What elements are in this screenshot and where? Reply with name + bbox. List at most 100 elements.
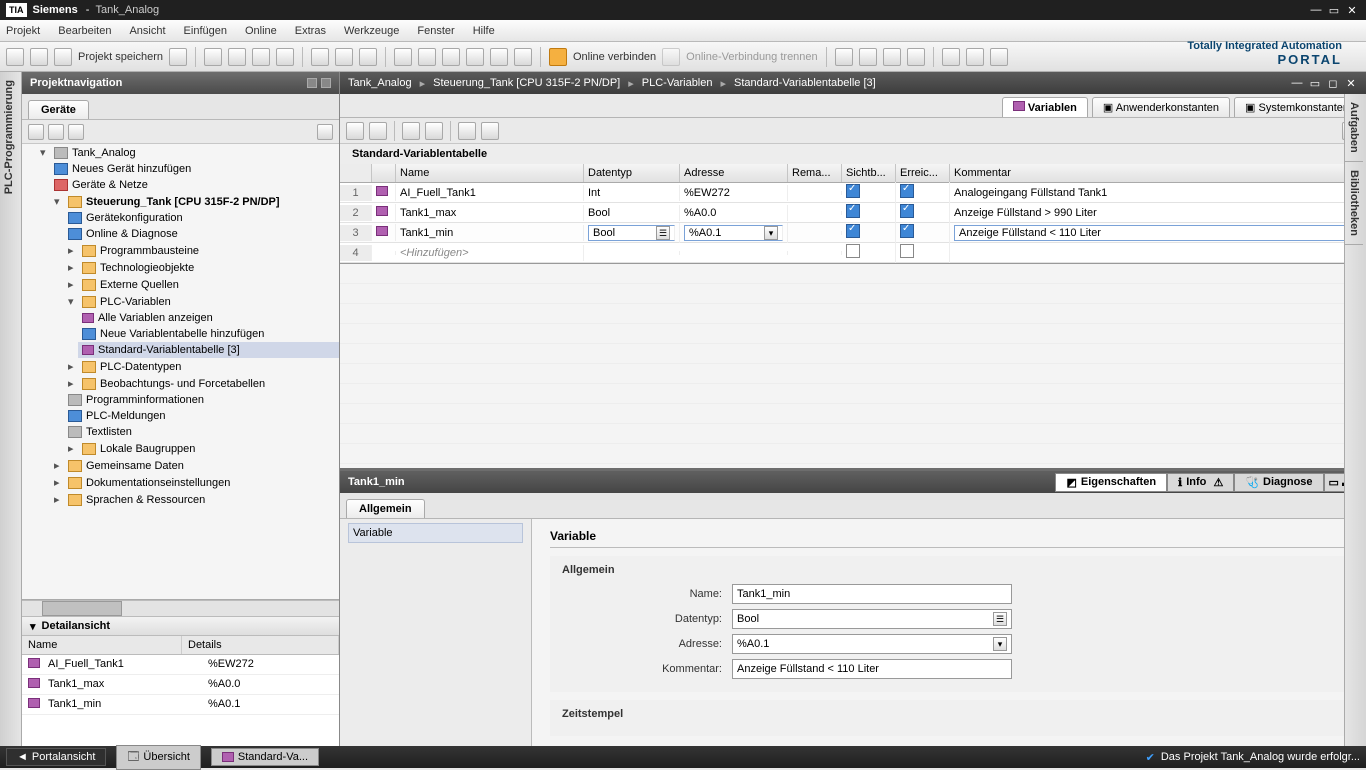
tree-stdtable[interactable]: Standard-Variablentabelle [3]	[98, 344, 240, 356]
compile-icon[interactable]	[394, 48, 412, 66]
export-icon[interactable]	[402, 122, 420, 140]
download-icon[interactable]	[418, 48, 436, 66]
go-online-label[interactable]: Online verbinden	[573, 51, 656, 63]
layout2-icon[interactable]	[907, 48, 925, 66]
layout1-icon[interactable]	[883, 48, 901, 66]
refresh-icon[interactable]	[359, 48, 377, 66]
crumb[interactable]: PLC-Variablen	[642, 77, 713, 89]
stdva-button[interactable]: Standard-Va...	[211, 748, 319, 766]
tree-textlists[interactable]: Textlisten	[86, 426, 132, 438]
accessible-checkbox[interactable]	[900, 184, 914, 198]
input-comment[interactable]: Anzeige Füllstand < 110 Liter	[732, 659, 1012, 679]
detail-row[interactable]: AI_Fuell_Tank1%EW272	[22, 655, 339, 675]
col-com[interactable]: Kommentar	[950, 164, 1366, 182]
crumb[interactable]: Tank_Analog	[348, 77, 412, 89]
cut-icon[interactable]	[204, 48, 222, 66]
table-row[interactable]: 1 AI_Fuell_Tank1 Int %EW272 Analogeingan…	[340, 183, 1366, 203]
left-rail[interactable]: PLC-Programmierung	[0, 72, 22, 746]
tree-cpu[interactable]: Steuerung_Tank [CPU 315F-2 PN/DP]	[86, 196, 280, 208]
menu-online[interactable]: Online	[245, 25, 277, 37]
delete-row-icon[interactable]	[369, 122, 387, 140]
nav-view-icon[interactable]	[317, 124, 333, 140]
subtab-userconst[interactable]: ▣ Anwenderkonstanten	[1092, 97, 1230, 117]
tree-proginfo[interactable]: Programminformationen	[86, 394, 204, 406]
detail-col-details[interactable]: Details	[182, 636, 339, 654]
input-type[interactable]: Bool☰	[732, 609, 1012, 629]
menu-extras[interactable]: Extras	[295, 25, 326, 37]
addr-input[interactable]: %A0.1▾	[684, 225, 783, 241]
visible-checkbox[interactable]	[846, 244, 860, 258]
project-tree[interactable]: ▾Tank_Analog Neues Gerät hinzufügen Gerä…	[22, 144, 339, 600]
save-icon[interactable]	[54, 48, 72, 66]
table-row-add[interactable]: 4 <Hinzufügen>	[340, 243, 1366, 263]
col-addr[interactable]: Adresse	[680, 164, 788, 182]
accessible-checkbox[interactable]	[900, 244, 914, 258]
insert-row-icon[interactable]	[346, 122, 364, 140]
table-row-selected[interactable]: 3 Tank1_min Bool☰ %A0.1▾ Anzeige Füllsta…	[340, 223, 1366, 243]
tree-docset[interactable]: Dokumentationseinstellungen	[86, 477, 230, 489]
delete-icon[interactable]	[276, 48, 294, 66]
tree-common[interactable]: Gemeinsame Daten	[86, 460, 184, 472]
editor-restore-icon[interactable]: ▭	[1308, 77, 1322, 90]
insp-side-variable[interactable]: Variable	[348, 523, 523, 543]
tree-plctypes[interactable]: PLC-Datentypen	[100, 361, 181, 373]
tree-newtable[interactable]: Neue Variablentabelle hinzufügen	[100, 328, 264, 340]
comment-input[interactable]: Anzeige Füllstand < 110 Liter	[954, 225, 1361, 241]
dropdown-icon[interactable]: ☰	[656, 226, 670, 240]
tree-plcvars[interactable]: PLC-Variablen	[100, 296, 171, 308]
copy-icon[interactable]	[228, 48, 246, 66]
insp-tab-diagnose[interactable]: 🩺 Diagnose	[1234, 473, 1323, 492]
visible-checkbox[interactable]	[846, 184, 860, 198]
tree-watchforce[interactable]: Beobachtungs- und Forcetabellen	[100, 378, 265, 390]
detail-header[interactable]: ▾Detailansicht	[22, 616, 339, 636]
dropdown-icon[interactable]: ▾	[764, 226, 778, 240]
tree-add-device[interactable]: Neues Gerät hinzufügen	[72, 163, 191, 175]
new-project-icon[interactable]	[6, 48, 24, 66]
tree-allvars[interactable]: Alle Variablen anzeigen	[98, 312, 213, 324]
minimize-icon[interactable]: —	[1308, 4, 1324, 17]
tree-localmods[interactable]: Lokale Baugruppen	[100, 443, 195, 455]
detail-row[interactable]: Tank1_min%A0.1	[22, 695, 339, 715]
stop-icon[interactable]	[514, 48, 532, 66]
detail-col-name[interactable]: Name	[22, 636, 182, 654]
menu-projekt[interactable]: Projekt	[6, 25, 40, 37]
col-name[interactable]: Name	[396, 164, 584, 182]
editor-minimize-icon[interactable]: —	[1290, 77, 1304, 90]
editor-maximize-icon[interactable]: ◻	[1326, 77, 1340, 90]
menu-hilfe[interactable]: Hilfe	[473, 25, 495, 37]
visible-checkbox[interactable]	[846, 204, 860, 218]
tree-devconf[interactable]: Gerätekonfiguration	[86, 212, 183, 224]
tree-networks[interactable]: Geräte & Netze	[72, 179, 148, 191]
rename-icon[interactable]	[458, 122, 476, 140]
nav-back-icon[interactable]	[48, 124, 64, 140]
open-project-icon[interactable]	[30, 48, 48, 66]
redo-icon[interactable]	[335, 48, 353, 66]
type-input[interactable]: Bool☰	[588, 225, 675, 241]
input-addr[interactable]: %A0.1▾	[732, 634, 1012, 654]
go-online-icon[interactable]	[549, 48, 567, 66]
menu-werkzeuge[interactable]: Werkzeuge	[344, 25, 399, 37]
rail-aufgaben[interactable]: Aufgaben	[1345, 94, 1363, 162]
monitor-icon[interactable]	[481, 122, 499, 140]
close-icon[interactable]: ✕	[1344, 4, 1360, 17]
insp-tab-info[interactable]: ℹ Info ⚠	[1167, 473, 1234, 492]
tree-plcmsgs[interactable]: PLC-Meldungen	[86, 410, 166, 422]
nav-expand-icon[interactable]	[28, 124, 44, 140]
subtab-sysconst[interactable]: ▣ Systemkonstanten	[1234, 97, 1360, 117]
overview-button[interactable]: 🗔 Übersicht	[116, 745, 200, 770]
nav-fwd-icon[interactable]	[68, 124, 84, 140]
nav-pin-icon[interactable]	[321, 78, 331, 88]
input-name[interactable]: Tank1_min	[732, 584, 1012, 604]
tree-onlinediag[interactable]: Online & Diagnose	[86, 228, 178, 240]
undo-icon[interactable]	[311, 48, 329, 66]
window2-icon[interactable]	[966, 48, 984, 66]
portal-view-button[interactable]: ◄ Portalansicht	[6, 748, 106, 766]
print-icon[interactable]	[169, 48, 187, 66]
start-icon[interactable]	[490, 48, 508, 66]
upload-icon[interactable]	[442, 48, 460, 66]
menu-fenster[interactable]: Fenster	[417, 25, 454, 37]
dropdown-icon[interactable]: ☰	[993, 612, 1007, 626]
tree-techobj[interactable]: Technologieobjekte	[100, 262, 194, 274]
crossref-icon[interactable]	[859, 48, 877, 66]
crumb[interactable]: Steuerung_Tank [CPU 315F-2 PN/DP]	[433, 77, 620, 89]
